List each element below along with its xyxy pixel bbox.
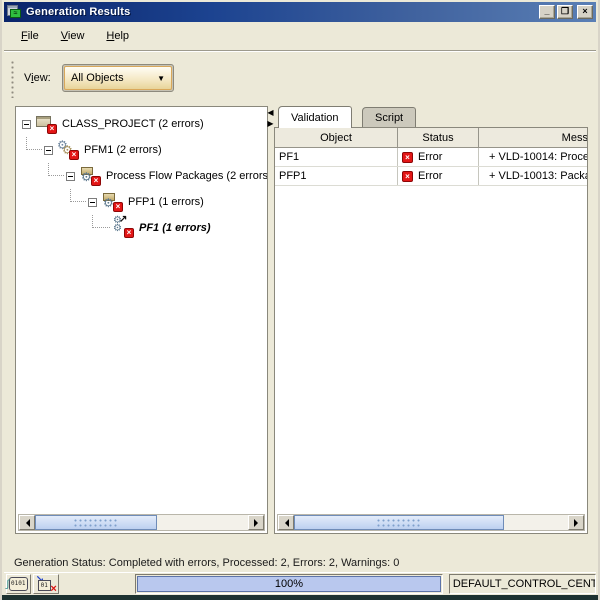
cell-object[interactable]: PF1: [275, 148, 398, 166]
progress-bar-well: 100%: [135, 574, 443, 594]
module-error-icon: ⚙ ⚙ ×: [57, 138, 79, 160]
table-row[interactable]: PFP1 × Error + VLD-10013: Packa: [275, 167, 587, 186]
tree-scrollbar-track[interactable]: [157, 515, 248, 530]
red-x-icon: ×: [50, 582, 57, 595]
collapse-minus-icon[interactable]: [66, 171, 75, 181]
tree-node-pf1[interactable]: ⚙ ⚙ ↗ × PF1 (1 errors): [16, 215, 267, 241]
error-badge-icon: ×: [402, 151, 413, 163]
generation-results-window: ≈ Generation Results _ ❐ × File View Hel…: [0, 0, 600, 600]
app-icon: ≈: [7, 5, 22, 19]
arrow-up-right-icon: ↗: [119, 215, 128, 225]
error-tree: × CLASS_PROJECT (2 errors) ⚙ ⚙ × PFM1 (2…: [16, 111, 267, 241]
collapse-minus-icon[interactable]: [22, 119, 31, 129]
error-badge-icon: ×: [124, 228, 134, 238]
collapse-right-icon[interactable]: ▶: [267, 119, 273, 128]
tree-connector: [48, 163, 64, 176]
tab-script[interactable]: Script: [362, 107, 417, 127]
tree-connector: [70, 189, 86, 202]
control-center-name: DEFAULT_CONTROL_CENTER: [452, 578, 595, 590]
menu-help[interactable]: Help: [97, 28, 138, 44]
cell-message[interactable]: + VLD-10014: Proces: [479, 148, 587, 166]
cell-message[interactable]: + VLD-10013: Packa: [479, 167, 587, 185]
generation-tree-panel: × CLASS_PROJECT (2 errors) ⚙ ⚙ × PFM1 (2…: [15, 106, 268, 534]
view-filter-value: All Objects: [71, 72, 124, 84]
tree-node-label[interactable]: Process Flow Packages (2 errors): [106, 170, 267, 182]
tab-validation[interactable]: Validation: [278, 106, 352, 128]
table-horizontal-scrollbar[interactable]: [277, 514, 585, 531]
control-center-cell: DEFAULT_CONTROL_CENTER: [448, 574, 596, 594]
chevron-down-icon[interactable]: ▼: [157, 74, 165, 83]
status-bar: 0101 ↘ 01 × 100% DEFAULT_CONTROL_CENTER: [4, 572, 596, 595]
table-header: Object Status Message: [275, 128, 587, 148]
scroll-right-arrow-icon[interactable]: [248, 515, 264, 530]
view-filter-combobox[interactable]: All Objects ▼: [62, 64, 174, 92]
close-button[interactable]: ×: [577, 5, 593, 19]
collapse-minus-icon[interactable]: [44, 145, 53, 155]
cell-status[interactable]: × Error: [398, 148, 479, 166]
cell-object[interactable]: PFP1: [275, 167, 398, 185]
tree-node-pfp1[interactable]: ⚙ × PFP1 (1 errors): [16, 189, 267, 215]
app-icon-chart: ≈: [10, 9, 21, 18]
project-error-icon: ×: [35, 115, 57, 134]
tree-node-label[interactable]: PFP1 (1 errors): [128, 196, 204, 208]
tree-horizontal-scrollbar[interactable]: [18, 514, 265, 531]
scroll-left-arrow-icon[interactable]: [278, 515, 294, 530]
validation-results-panel: Object Status Message PF1 × Error + VLD-…: [274, 127, 588, 534]
status-text: Error: [418, 170, 443, 182]
toolbar-grip-handle[interactable]: [11, 60, 14, 98]
progress-percent: 100%: [274, 578, 304, 590]
error-badge-icon: ×: [91, 176, 101, 186]
column-header-object[interactable]: Object: [275, 128, 398, 147]
column-header-message[interactable]: Message: [479, 128, 587, 147]
code-generation-icon: 0101: [5, 574, 31, 594]
error-badge-icon: ×: [402, 170, 413, 182]
title-bar: ≈ Generation Results _ ❐ ×: [4, 2, 596, 22]
collapse-minus-icon[interactable]: [88, 197, 97, 207]
view-filter-label: View:: [24, 72, 51, 84]
toolbar: View: All Objects ▼: [4, 52, 596, 104]
menu-view[interactable]: View: [52, 28, 94, 44]
tree-node-label[interactable]: CLASS_PROJECT (2 errors): [62, 118, 204, 130]
menu-bar: File View Help: [4, 24, 596, 48]
desktop-edge: [2, 595, 598, 600]
table-scrollbar-track[interactable]: [504, 515, 568, 530]
tree-connector: [26, 137, 42, 150]
error-badge-icon: ×: [47, 124, 57, 134]
package-error-icon: ⚙ ×: [101, 193, 123, 212]
minimize-button[interactable]: _: [539, 5, 555, 19]
tree-node-pfm1[interactable]: ⚙ ⚙ × PFM1 (2 errors): [16, 137, 267, 163]
packages-error-icon: ⚙ ×: [79, 167, 101, 186]
maximize-button[interactable]: ❐: [557, 5, 573, 19]
tree-node-label-selected[interactable]: PF1 (1 errors): [139, 222, 211, 234]
table-scrollbar-thumb[interactable]: [294, 515, 504, 530]
scroll-right-arrow-icon[interactable]: [568, 515, 584, 530]
column-header-status[interactable]: Status: [398, 128, 479, 147]
process-flow-error-icon: ⚙ ⚙ ↗ ×: [112, 215, 134, 238]
generation-error-icon: ↘ 01 ×: [32, 574, 60, 595]
cell-status[interactable]: × Error: [398, 167, 479, 185]
status-text: Error: [418, 151, 443, 163]
table-row[interactable]: PF1 × Error + VLD-10014: Proces: [275, 148, 587, 167]
collapse-left-icon[interactable]: ◀: [267, 108, 273, 117]
tree-scrollbar-thumb[interactable]: [35, 515, 157, 530]
menu-file[interactable]: File: [12, 28, 48, 44]
tree-node-process-flow-packages[interactable]: ⚙ × Process Flow Packages (2 errors): [16, 163, 267, 189]
progress-bar: 100%: [137, 576, 441, 592]
error-badge-icon: ×: [113, 202, 123, 212]
window-title: Generation Results: [26, 6, 131, 18]
error-badge-icon: ×: [69, 150, 79, 160]
tree-node-class-project[interactable]: × CLASS_PROJECT (2 errors): [16, 111, 267, 137]
scroll-left-arrow-icon[interactable]: [19, 515, 35, 530]
tree-connector: [92, 215, 110, 228]
generation-status-text: Generation Status: Completed with errors…: [14, 557, 400, 569]
tree-node-label[interactable]: PFM1 (2 errors): [84, 144, 162, 156]
